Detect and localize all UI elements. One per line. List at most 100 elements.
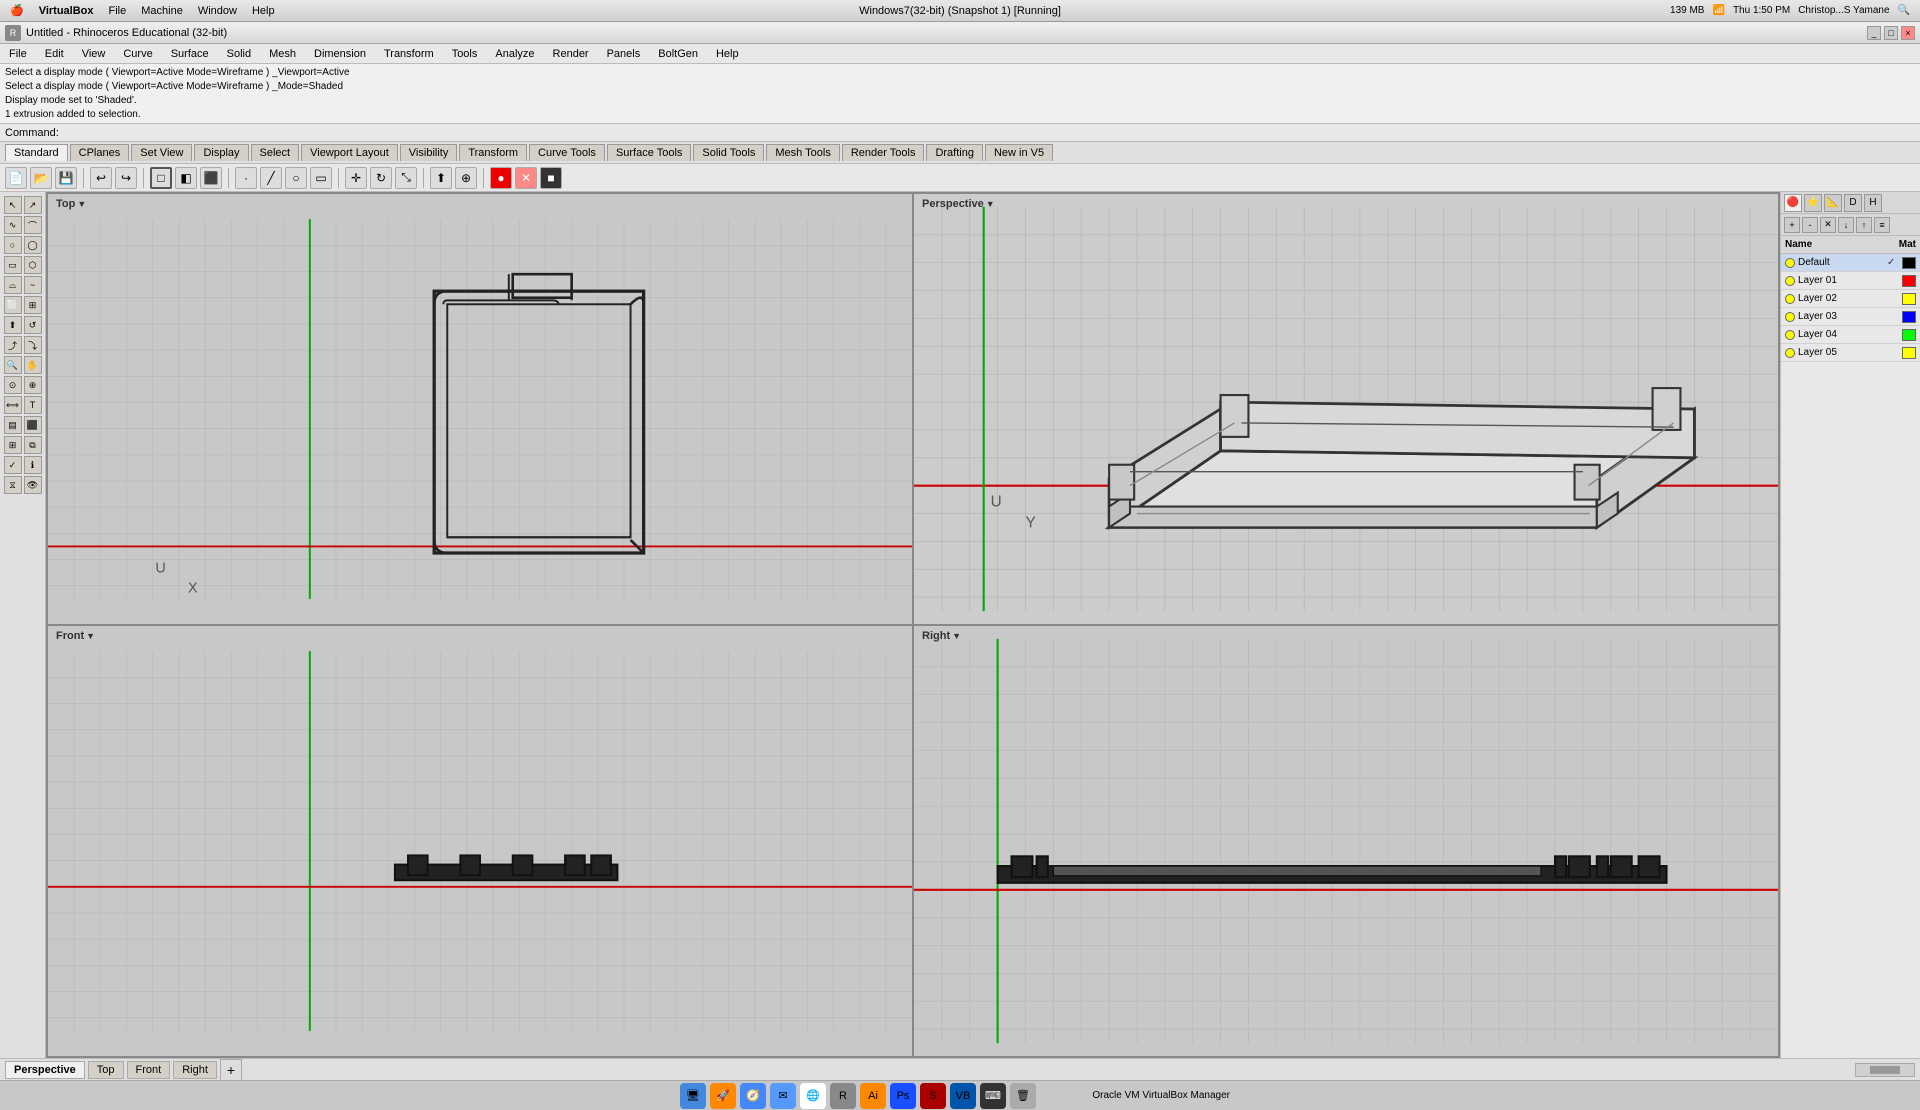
lt-osnap-icon[interactable]: ⊕ [24, 376, 42, 394]
tab-cplanes[interactable]: CPlanes [70, 144, 130, 161]
rp-tab-layers[interactable]: 🔴 [1784, 194, 1802, 212]
lt-curve2-icon[interactable]: ⌒ [24, 216, 42, 234]
lt-surface-icon[interactable]: ⬜ [4, 296, 22, 314]
dock-mail[interactable]: ✉ [770, 1083, 796, 1109]
virtualbox-menu[interactable]: VirtualBox [39, 5, 94, 17]
lt-arc-icon[interactable]: ⌓ [4, 276, 22, 294]
tb-boolean-icon[interactable]: ⊕ [455, 167, 477, 189]
menu-transform[interactable]: Transform [380, 46, 438, 62]
layer-bulb-03[interactable] [1785, 312, 1795, 322]
tab-mesh-tools[interactable]: Mesh Tools [766, 144, 839, 161]
dock-terminal[interactable]: ⌨ [980, 1083, 1006, 1109]
layer-color-01[interactable] [1902, 275, 1916, 287]
menu-tools[interactable]: Tools [448, 46, 482, 62]
rp-tab-props[interactable]: ⭐ [1804, 194, 1822, 212]
lt-sweep-icon[interactable]: ⤴ [4, 336, 22, 354]
menu-boltgen[interactable]: BoltGen [654, 46, 702, 62]
lt-select2-icon[interactable]: ↗ [24, 196, 42, 214]
minimize-button[interactable]: _ [1867, 26, 1881, 40]
tab-select[interactable]: Select [251, 144, 300, 161]
tb-wire-icon[interactable]: □ [150, 167, 172, 189]
tb-red-btn[interactable]: ● [490, 167, 512, 189]
lt-loft-icon[interactable]: ⤵ [24, 336, 42, 354]
viewport-perspective[interactable]: Perspective ▼ [914, 194, 1778, 624]
menu-file[interactable]: File [5, 46, 31, 62]
lt-grid-icon[interactable]: ⊞ [4, 436, 22, 454]
rp-up2-icon[interactable]: ↑ [1856, 217, 1872, 233]
tb-scale-icon[interactable]: ⤡ [395, 167, 417, 189]
menu-mesh[interactable]: Mesh [265, 46, 300, 62]
layer-row-01[interactable]: Layer 01 [1781, 272, 1920, 290]
viewport-top[interactable]: Top ▼ [48, 194, 912, 624]
layer-row-default[interactable]: Default ✓ [1781, 254, 1920, 272]
layer-color-03[interactable] [1902, 311, 1916, 323]
bottom-tab-top[interactable]: Top [88, 1061, 124, 1079]
lt-curve-icon[interactable]: ∿ [4, 216, 22, 234]
menu-analyze[interactable]: Analyze [491, 46, 538, 62]
tb-rect-icon[interactable]: ▭ [310, 167, 332, 189]
tb-render-icon[interactable]: ⬛ [200, 167, 222, 189]
add-viewport-button[interactable]: + [220, 1059, 242, 1081]
lt-zoom-icon[interactable]: 🔍 [4, 356, 22, 374]
mac-menu-machine[interactable]: Machine [141, 5, 183, 17]
tab-setview[interactable]: Set View [131, 144, 192, 161]
dock-launchpad[interactable]: 🚀 [710, 1083, 736, 1109]
lt-ellipse-icon[interactable]: ◯ [24, 236, 42, 254]
layer-bulb-01[interactable] [1785, 276, 1795, 286]
rp-new-layer[interactable]: + [1784, 217, 1800, 233]
tb-new-icon[interactable]: 📄 [5, 167, 27, 189]
lt-snap-icon[interactable]: ⊙ [4, 376, 22, 394]
tab-transform[interactable]: Transform [459, 144, 527, 161]
lt-revolve-icon[interactable]: ↺ [24, 316, 42, 334]
layer-color-05[interactable] [1902, 347, 1916, 359]
tab-render-tools[interactable]: Render Tools [842, 144, 925, 161]
layer-row-02[interactable]: Layer 02 [1781, 290, 1920, 308]
command-input[interactable] [59, 127, 1915, 139]
close-button[interactable]: × [1901, 26, 1915, 40]
tb-rotate-icon[interactable]: ↻ [370, 167, 392, 189]
lt-poly-icon[interactable]: ⬡ [24, 256, 42, 274]
lt-spline-icon[interactable]: ~ [24, 276, 42, 294]
rp-tab-material[interactable]: 📐 [1824, 194, 1842, 212]
lt-filter-icon[interactable]: ⧖ [4, 476, 22, 494]
lt-extrude-icon[interactable]: ⬆ [4, 316, 22, 334]
tb-open-icon[interactable]: 📂 [30, 167, 52, 189]
menu-render[interactable]: Render [549, 46, 593, 62]
tb-shade-icon[interactable]: ◧ [175, 167, 197, 189]
tb-redo-icon[interactable]: ↪ [115, 167, 137, 189]
menu-panels[interactable]: Panels [603, 46, 645, 62]
menu-view[interactable]: View [78, 46, 110, 62]
dock-sketchup[interactable]: S [920, 1083, 946, 1109]
lt-layer-icon[interactable]: ⧉ [24, 436, 42, 454]
menu-solid[interactable]: Solid [223, 46, 255, 62]
tb-extrude-icon[interactable]: ⬆ [430, 167, 452, 189]
rp-filter-icon[interactable]: ≡ [1874, 217, 1890, 233]
lt-nurbs-icon[interactable]: ⊞ [24, 296, 42, 314]
tb-line-icon[interactable]: ╱ [260, 167, 282, 189]
maximize-button[interactable]: □ [1884, 26, 1898, 40]
dock-virtualbox[interactable]: VB [950, 1083, 976, 1109]
layer-color-default[interactable] [1902, 257, 1916, 269]
search-icon[interactable]: 🔍 [1898, 5, 1910, 16]
rp-up-icon[interactable]: ✕ [1820, 217, 1836, 233]
tb-pt-icon[interactable]: · [235, 167, 257, 189]
lt-pan-icon[interactable]: ✋ [24, 356, 42, 374]
tab-visibility[interactable]: Visibility [400, 144, 458, 161]
menu-help[interactable]: Help [712, 46, 743, 62]
layer-row-05[interactable]: Layer 05 [1781, 344, 1920, 362]
scroll-indicator[interactable] [1855, 1063, 1915, 1077]
layer-bulb-02[interactable] [1785, 294, 1795, 304]
tb-x-icon[interactable]: ✕ [515, 167, 537, 189]
bottom-tab-front[interactable]: Front [127, 1061, 171, 1079]
tab-surface-tools[interactable]: Surface Tools [607, 144, 691, 161]
tab-solid-tools[interactable]: Solid Tools [693, 144, 764, 161]
tb-undo-icon[interactable]: ↩ [90, 167, 112, 189]
tab-standard[interactable]: Standard [5, 144, 68, 161]
lt-select-icon[interactable]: ↖ [4, 196, 22, 214]
rp-tab-render[interactable]: D [1844, 194, 1862, 212]
rp-delete-layer[interactable]: - [1802, 217, 1818, 233]
lt-props-icon[interactable]: ℹ [24, 456, 42, 474]
tb-save-icon[interactable]: 💾 [55, 167, 77, 189]
mac-menu-help[interactable]: Help [252, 5, 275, 17]
layer-color-02[interactable] [1902, 293, 1916, 305]
